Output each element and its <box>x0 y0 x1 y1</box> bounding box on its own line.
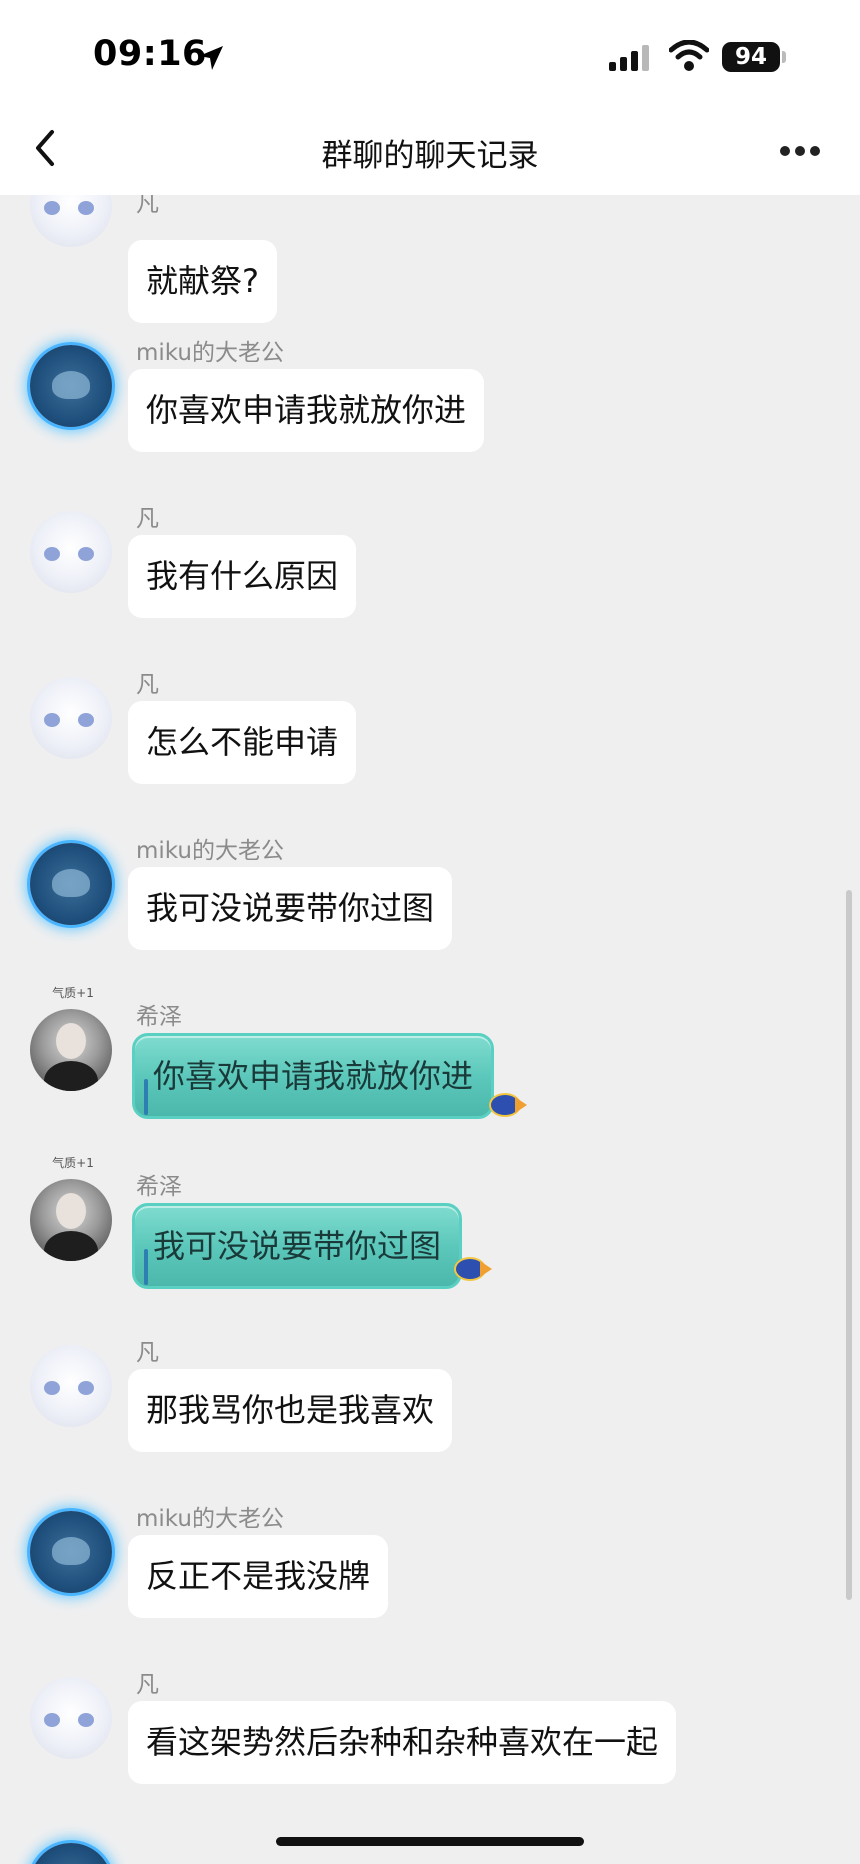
sender-name: 凡 <box>136 195 159 217</box>
fish-sticker-icon <box>485 1087 527 1121</box>
sender-name: 希泽 <box>136 1004 182 1030</box>
cellular-signal-icon <box>609 45 649 71</box>
avatar[interactable] <box>30 1009 112 1091</box>
avatar[interactable] <box>30 345 112 427</box>
message-bubble[interactable]: 我可没说要带你过图 <box>128 867 453 950</box>
more-options-icon[interactable] <box>780 141 825 160</box>
location-arrow-icon <box>199 46 223 70</box>
message-bubble[interactable]: 我有什么原因 <box>128 535 357 618</box>
message-bubble[interactable]: 就献祭? <box>128 240 277 323</box>
avatar[interactable] <box>30 1511 112 1593</box>
fish-sticker-icon <box>450 1251 492 1285</box>
wifi-icon <box>669 40 709 71</box>
avatar[interactable] <box>30 843 112 925</box>
sender-name: 凡 <box>136 1672 159 1698</box>
avatar[interactable] <box>30 1677 112 1759</box>
message-bubble[interactable]: 我可没说要带你过图 <box>132 1203 463 1289</box>
sender-name: 凡 <box>136 506 159 532</box>
avatar-badge: 气质+1 <box>52 986 94 1000</box>
seaweed-icon <box>138 1079 154 1115</box>
message-bubble[interactable]: 那我骂你也是我喜欢 <box>128 1369 453 1452</box>
avatar[interactable] <box>30 1345 112 1427</box>
status-time: 09:16 <box>93 34 207 74</box>
seaweed-icon <box>138 1249 154 1285</box>
page-title: 群聊的聊天记录 <box>321 138 539 174</box>
message-bubble[interactable]: 反正不是我没牌 <box>128 1535 389 1618</box>
avatar[interactable] <box>30 1843 112 1864</box>
sender-name: miku的大老公 <box>136 838 284 864</box>
nav-bar: 群聊的聊天记录 <box>0 100 860 195</box>
message-bubble[interactable]: 看这架势然后杂种和杂种喜欢在一起 <box>128 1701 677 1784</box>
battery-tip <box>782 51 786 63</box>
home-indicator[interactable] <box>276 1837 584 1846</box>
avatar-badge: 气质+1 <box>52 1156 94 1170</box>
battery-icon: 94 <box>722 42 780 72</box>
sender-name: 希泽 <box>136 1174 182 1200</box>
sender-name: 凡 <box>136 672 159 698</box>
message-bubble[interactable]: 你喜欢申请我就放你进 <box>128 369 485 452</box>
chat-history[interactable]: 凡 就献祭? miku的大老公 你喜欢申请我就放你进 凡 我有什么原因 凡 怎么… <box>0 195 860 1864</box>
sender-name: miku的大老公 <box>136 340 284 366</box>
message-bubble[interactable]: 你喜欢申请我就放你进 <box>132 1033 495 1119</box>
avatar[interactable] <box>30 1179 112 1261</box>
status-bar: 09:16 94 <box>0 0 860 100</box>
message-bubble[interactable]: 怎么不能申请 <box>128 701 357 784</box>
avatar[interactable] <box>30 677 112 759</box>
scrollbar[interactable] <box>846 890 852 1600</box>
sender-name: miku的大老公 <box>136 1506 284 1532</box>
avatar[interactable] <box>30 195 112 247</box>
battery-level: 94 <box>734 44 767 70</box>
avatar[interactable] <box>30 511 112 593</box>
sender-name: 凡 <box>136 1340 159 1366</box>
